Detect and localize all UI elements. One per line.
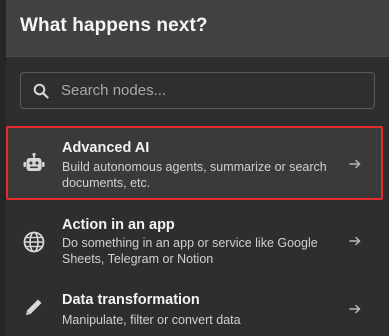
item-title: Action in an app	[62, 217, 175, 233]
item-title: Advanced AI	[62, 140, 150, 156]
arrow-right-icon	[349, 236, 361, 246]
item-description: Manipulate, filter or convert data	[62, 313, 241, 327]
node-category-data-transformation[interactable]: Data transformation Manipulate, filter o…	[6, 284, 389, 336]
pen-icon	[26, 299, 42, 315]
node-category-advanced-ai[interactable]: Advanced AI Build autonomous agents, sum…	[6, 126, 389, 200]
globe-icon	[23, 231, 45, 253]
robot-icon	[23, 152, 45, 171]
panel-title: What happens next?	[20, 15, 208, 36]
search-icon	[33, 83, 49, 99]
next-step-panel: What happens next? Advanced AI Build aut…	[6, 0, 389, 336]
item-description: Build autonomous agents, summarize or se…	[62, 160, 327, 190]
arrow-right-icon	[349, 304, 361, 314]
panel-header: What happens next?	[6, 0, 389, 57]
item-description: Do something in an app or service like G…	[62, 236, 318, 266]
search-input[interactable]	[61, 73, 361, 108]
arrow-right-icon	[349, 159, 361, 169]
item-title: Data transformation	[62, 292, 200, 308]
search-box[interactable]	[20, 72, 375, 109]
node-category-action-in-app[interactable]: Action in an app Do something in an app …	[6, 208, 389, 282]
